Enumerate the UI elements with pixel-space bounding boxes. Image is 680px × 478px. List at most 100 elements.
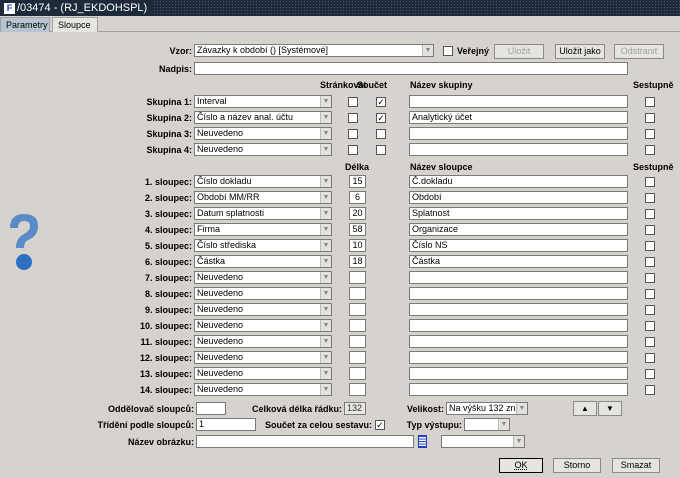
column-3-select[interactable]: Datum splatnosti ▼ bbox=[194, 207, 332, 220]
column-desc-checkbox[interactable] bbox=[645, 177, 655, 187]
group-desc-checkbox[interactable] bbox=[645, 145, 655, 155]
column-name-input[interactable] bbox=[409, 335, 628, 348]
tab-sloupce[interactable]: Sloupce bbox=[52, 17, 98, 32]
column-7-select[interactable]: Neuvedeno ▼ bbox=[194, 271, 332, 284]
output-type-select[interactable]: ▼ bbox=[464, 418, 510, 431]
paging-checkbox[interactable] bbox=[348, 97, 358, 107]
vzor-select[interactable]: Závazky k období () [Systémové] ▼ bbox=[194, 44, 434, 57]
column-name-input[interactable] bbox=[409, 287, 628, 300]
column-desc-checkbox[interactable] bbox=[645, 241, 655, 251]
nadpis-input[interactable] bbox=[194, 62, 628, 75]
image-name-input[interactable] bbox=[196, 435, 414, 448]
column-name-input[interactable] bbox=[409, 319, 628, 332]
sum-checkbox[interactable] bbox=[376, 145, 386, 155]
column-length-input[interactable] bbox=[349, 367, 366, 380]
column-2-select[interactable]: Období MM/RR ▼ bbox=[194, 191, 332, 204]
column-name-input[interactable]: Číslo NS bbox=[409, 239, 628, 252]
column-length-input[interactable] bbox=[349, 351, 366, 364]
column-desc-checkbox[interactable] bbox=[645, 257, 655, 267]
column-desc-checkbox[interactable] bbox=[645, 353, 655, 363]
column-6-select[interactable]: Částka ▼ bbox=[194, 255, 332, 268]
column-4-select[interactable]: Firma ▼ bbox=[194, 223, 332, 236]
column-length-input[interactable]: 10 bbox=[349, 239, 366, 252]
column-10-select[interactable]: Neuvedeno ▼ bbox=[194, 319, 332, 332]
ok-button[interactable]: OK bbox=[499, 458, 543, 473]
column-desc-checkbox[interactable] bbox=[645, 321, 655, 331]
column-11-select[interactable]: Neuvedeno ▼ bbox=[194, 335, 332, 348]
column-name-input[interactable]: Č.dokladu bbox=[409, 175, 628, 188]
column-length-input[interactable] bbox=[349, 319, 366, 332]
delete-button[interactable]: Smazat bbox=[612, 458, 660, 473]
column-name-input[interactable] bbox=[409, 351, 628, 364]
paging-checkbox[interactable] bbox=[348, 129, 358, 139]
column-desc-checkbox[interactable] bbox=[645, 193, 655, 203]
column-length-input[interactable]: 58 bbox=[349, 223, 366, 236]
column-6-label: 6. sloupec: bbox=[144, 257, 192, 267]
column-13-select[interactable]: Neuvedeno ▼ bbox=[194, 367, 332, 380]
group-desc-checkbox[interactable] bbox=[645, 129, 655, 139]
column-length-input[interactable] bbox=[349, 271, 366, 284]
tab-parametry[interactable]: Parametry bbox=[0, 17, 50, 32]
column-desc-checkbox[interactable] bbox=[645, 209, 655, 219]
group-3-select[interactable]: Neuvedeno ▼ bbox=[194, 127, 332, 140]
list-icon[interactable] bbox=[418, 435, 427, 448]
column-5-select[interactable]: Číslo střediska ▼ bbox=[194, 239, 332, 252]
column-name-input[interactable]: Období bbox=[409, 191, 628, 204]
sort-input[interactable]: 1 bbox=[196, 418, 256, 431]
column-length-input[interactable] bbox=[349, 335, 366, 348]
sum-checkbox[interactable] bbox=[376, 129, 386, 139]
column-desc-checkbox[interactable] bbox=[645, 289, 655, 299]
paging-checkbox[interactable] bbox=[348, 113, 358, 123]
public-checkbox[interactable] bbox=[443, 46, 453, 56]
group-desc-checkbox[interactable] bbox=[645, 113, 655, 123]
column-length-input[interactable] bbox=[349, 303, 366, 316]
group-desc-checkbox[interactable] bbox=[645, 97, 655, 107]
grand-total-checkbox[interactable]: ✓ bbox=[375, 420, 385, 430]
column-name-input[interactable] bbox=[409, 303, 628, 316]
cancel-button[interactable]: Storno bbox=[553, 458, 601, 473]
column-name-input[interactable] bbox=[409, 271, 628, 284]
column-length-input[interactable]: 15 bbox=[349, 175, 366, 188]
group-name-input[interactable] bbox=[409, 127, 628, 140]
move-up-button[interactable]: ▲ bbox=[573, 401, 597, 416]
separator-input[interactable] bbox=[196, 402, 226, 415]
column-14-select[interactable]: Neuvedeno ▼ bbox=[194, 383, 332, 396]
group-name-input[interactable] bbox=[409, 95, 628, 108]
sum-checkbox[interactable]: ✓ bbox=[376, 97, 386, 107]
column-desc-checkbox[interactable] bbox=[645, 369, 655, 379]
column-name-input[interactable]: Splatnost bbox=[409, 207, 628, 220]
group-name-input[interactable] bbox=[409, 143, 628, 156]
column-desc-checkbox[interactable] bbox=[645, 305, 655, 315]
move-down-button[interactable]: ▼ bbox=[598, 401, 622, 416]
column-9-select[interactable]: Neuvedeno ▼ bbox=[194, 303, 332, 316]
column-desc-checkbox[interactable] bbox=[645, 337, 655, 347]
group-2-select[interactable]: Číslo a název anal. účtu ▼ bbox=[194, 111, 332, 124]
column-8-select[interactable]: Neuvedeno ▼ bbox=[194, 287, 332, 300]
column-length-input[interactable]: 6 bbox=[349, 191, 366, 204]
chevron-down-icon: ▼ bbox=[320, 144, 331, 155]
save-button[interactable]: Uložit bbox=[494, 44, 544, 59]
column-desc-checkbox[interactable] bbox=[645, 273, 655, 283]
save-as-button[interactable]: Uložit jako bbox=[555, 44, 605, 59]
column-name-input[interactable] bbox=[409, 383, 628, 396]
image-type-select[interactable]: ▼ bbox=[441, 435, 525, 448]
column-1-select[interactable]: Číslo dokladu ▼ bbox=[194, 175, 332, 188]
column-length-input[interactable] bbox=[349, 383, 366, 396]
paging-checkbox[interactable] bbox=[348, 145, 358, 155]
group-1-select[interactable]: Interval ▼ bbox=[194, 95, 332, 108]
group-name-input[interactable]: Analytický účet bbox=[409, 111, 628, 124]
column-length-input[interactable]: 18 bbox=[349, 255, 366, 268]
column-name-input[interactable]: Částka bbox=[409, 255, 628, 268]
remove-button[interactable]: Odstranit bbox=[614, 44, 664, 59]
sum-checkbox[interactable]: ✓ bbox=[376, 113, 386, 123]
size-select[interactable]: Na výšku 132 zn. ▼ bbox=[446, 402, 528, 415]
group-4-select[interactable]: Neuvedeno ▼ bbox=[194, 143, 332, 156]
column-length-input[interactable] bbox=[349, 287, 366, 300]
column-12-select[interactable]: Neuvedeno ▼ bbox=[194, 351, 332, 364]
column-name-input[interactable]: Organizace bbox=[409, 223, 628, 236]
help-icon[interactable] bbox=[4, 212, 40, 272]
column-desc-checkbox[interactable] bbox=[645, 385, 655, 395]
column-desc-checkbox[interactable] bbox=[645, 225, 655, 235]
column-name-input[interactable] bbox=[409, 367, 628, 380]
column-length-input[interactable]: 20 bbox=[349, 207, 366, 220]
